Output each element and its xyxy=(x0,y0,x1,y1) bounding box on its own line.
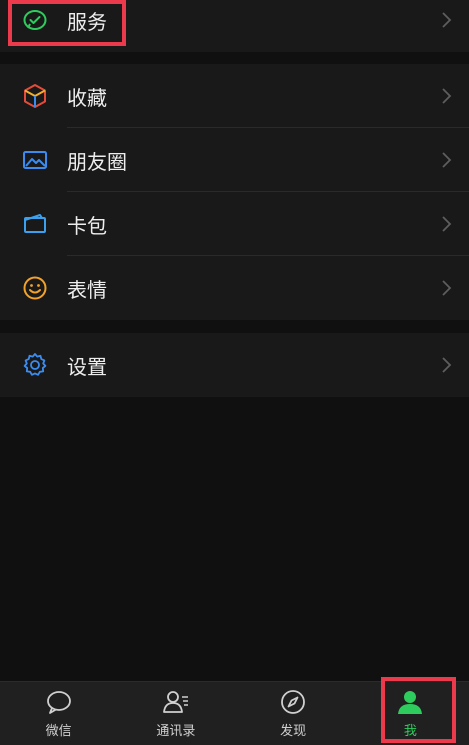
chevron-right-icon xyxy=(442,357,452,373)
chevron-right-icon xyxy=(442,216,452,232)
chevron-right-icon xyxy=(442,88,452,104)
chevron-right-icon xyxy=(442,12,452,28)
stickers-label: 表情 xyxy=(67,277,107,302)
tab-chats[interactable]: 微信 xyxy=(0,682,117,745)
card-wallet-icon xyxy=(24,214,46,233)
chevron-right-icon xyxy=(442,152,452,168)
settings-label: 设置 xyxy=(67,354,107,379)
favorites-cube-icon xyxy=(24,84,46,108)
card-wallet-label: 卡包 xyxy=(67,213,107,238)
chat-bubble-icon xyxy=(46,691,71,714)
smiley-face-icon xyxy=(23,276,47,300)
favorites-label: 收藏 xyxy=(67,85,107,110)
card-wallet-row[interactable]: 卡包 xyxy=(0,192,469,256)
tab-contacts[interactable]: 通讯录 xyxy=(117,682,234,745)
service-group: 服务 xyxy=(0,0,469,52)
moments-row[interactable]: 朋友圈 xyxy=(0,128,469,192)
tab-chats-label: 微信 xyxy=(45,724,72,739)
moments-label: 朋友圈 xyxy=(67,149,127,174)
tab-contacts-label: 通讯录 xyxy=(156,724,196,739)
tab-me-label: 我 xyxy=(403,724,417,739)
features-group: 收藏 朋友圈 卡包 表情 xyxy=(0,64,469,320)
compass-icon xyxy=(281,690,306,714)
tab-discover[interactable]: 发现 xyxy=(235,682,352,745)
chevron-right-icon xyxy=(442,280,452,296)
moments-image-icon xyxy=(23,151,47,169)
service-row[interactable]: 服务 xyxy=(0,0,469,52)
person-icon xyxy=(398,691,423,714)
wechat-pay-icon xyxy=(23,10,47,30)
contacts-icon xyxy=(162,691,188,713)
favorites-row[interactable]: 收藏 xyxy=(0,64,469,128)
tab-discover-label: 发现 xyxy=(280,724,307,739)
settings-group: 设置 xyxy=(0,333,469,397)
bottom-tab-bar: 微信 通讯录 发现 我 xyxy=(0,681,469,745)
gear-icon xyxy=(23,353,47,376)
service-label: 服务 xyxy=(67,9,107,34)
tab-me[interactable]: 我 xyxy=(352,682,469,745)
stickers-row[interactable]: 表情 xyxy=(0,256,469,320)
settings-row[interactable]: 设置 xyxy=(0,333,469,397)
